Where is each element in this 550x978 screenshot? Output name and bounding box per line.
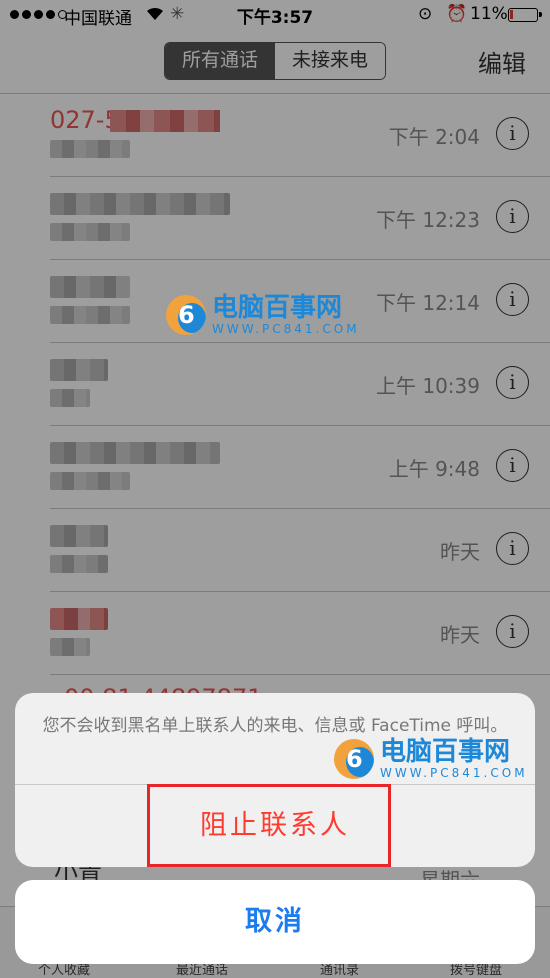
highlight-box	[147, 784, 391, 867]
watermark-logo-icon: 6	[334, 739, 374, 779]
sheet-message: 您不会收到黑名单上联系人的来电、信息或 FaceTime 呼叫。	[42, 716, 508, 736]
watermark-url: WWW.PC841.COM	[380, 766, 528, 780]
watermark-url: WWW.PC841.COM	[212, 322, 360, 336]
watermark-title: 电脑百事网	[212, 293, 343, 323]
watermark: 6 电脑百事网 WWW.PC841.COM	[334, 738, 528, 780]
watermark: 6 电脑百事网 WWW.PC841.COM	[166, 294, 360, 336]
cancel-button[interactable]: 取消	[15, 880, 535, 964]
watermark-logo-icon: 6	[166, 295, 206, 335]
watermark-title: 电脑百事网	[380, 737, 511, 767]
